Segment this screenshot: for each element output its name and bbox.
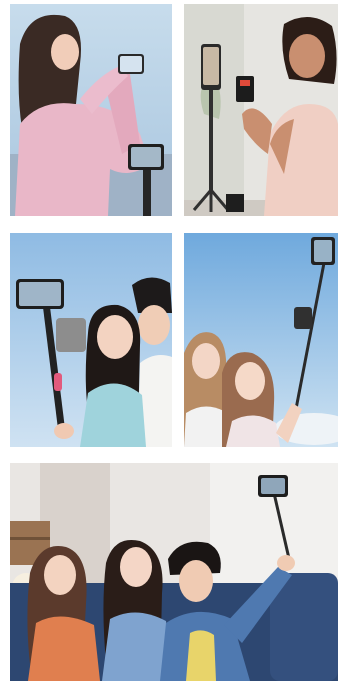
photo-woman-filming: [10, 4, 172, 216]
photo-5-illustration: [10, 463, 338, 681]
photo-two-women-selfie: [184, 233, 338, 447]
photo-2-illustration: [184, 4, 338, 216]
photo-4-illustration: [184, 233, 338, 447]
photo-couple-selfie: [10, 233, 172, 447]
photo-1-illustration: [10, 4, 172, 216]
photo-three-friends-sofa: [10, 463, 338, 681]
photo-3-illustration: [10, 233, 172, 447]
photo-woman-with-remote: [184, 4, 338, 216]
